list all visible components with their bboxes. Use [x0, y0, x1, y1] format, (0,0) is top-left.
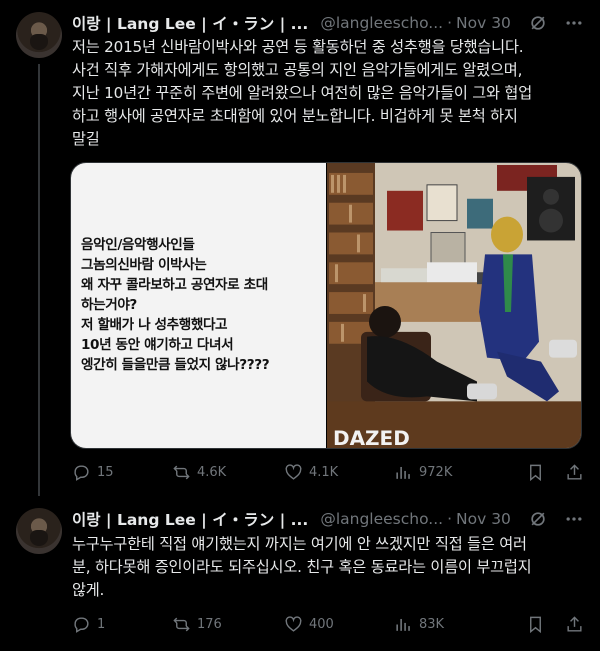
- user-handle[interactable]: @langleescho...: [320, 14, 443, 32]
- separator-dot: ·: [447, 14, 453, 32]
- views-button[interactable]: 972K: [394, 463, 498, 482]
- note-line: 그놈의신바람 이박사는: [81, 257, 207, 273]
- repost-icon: [173, 617, 190, 631]
- repost-count: 4.6K: [197, 464, 227, 480]
- text-line: 누구누구한테 직접 얘기했는지 까지는 여기에 안 쓰겠지만 직접 들은 여러: [72, 535, 527, 553]
- bookmark-icon[interactable]: [526, 615, 545, 634]
- note-line: 10년 동안 얘기하고 다녀서: [81, 337, 234, 353]
- grok-icon[interactable]: [528, 13, 548, 33]
- text-note-image[interactable]: 음악인/음악행사인들 그놈의신바람 이박사는 왜 자꾸 콜라보하고 공연자로 초…: [71, 163, 326, 448]
- like-count: 400: [309, 616, 334, 632]
- tweet-media[interactable]: 음악인/음악행사인들 그놈의신바람 이박사는 왜 자꾸 콜라보하고 공연자로 초…: [70, 162, 582, 449]
- text-line: 지난 10년간 꾸준히 주변에 알려왔으나 여전히 많은 음악가들이 그와 협업: [72, 84, 532, 102]
- separator-dot: ·: [447, 510, 453, 528]
- share-icon[interactable]: [565, 615, 584, 634]
- note-line: 왜 자꾸 콜라보하고 공연자로 초대: [81, 277, 268, 293]
- avatar[interactable]: [16, 508, 62, 554]
- text-line: 사건 직후 가해자에게도 항의했고 공통의 지인 음악가들에게도 알렸으며,: [72, 61, 523, 79]
- note-line: 하는거야?: [81, 297, 137, 313]
- repost-count: 176: [197, 616, 222, 632]
- note-line: 엥간히 들을만큼 들었지 않나????: [81, 357, 270, 373]
- avatar[interactable]: [16, 12, 62, 58]
- like-count: 4.1K: [309, 464, 339, 480]
- timestamp[interactable]: Nov 30: [456, 510, 511, 528]
- reply-icon: [74, 616, 89, 633]
- note-line: 음악인/음악행사인들: [81, 237, 195, 253]
- views-icon: [396, 466, 410, 479]
- display-name[interactable]: 이랑 | Lang Lee | イ・ラン | ...: [72, 508, 308, 530]
- like-icon: [285, 463, 302, 480]
- display-name[interactable]: 이랑 | Lang Lee | イ・ラン | ...: [72, 12, 308, 34]
- repost-button[interactable]: 4.6K: [172, 463, 284, 482]
- tweet-header: 이랑 | Lang Lee | イ・ラン | ... @langleescho.…: [72, 12, 584, 34]
- text-line: 저는 2015년 신바람이박사와 공연 등 활동하던 중 성추행을 당했습니다.: [72, 38, 524, 56]
- repost-button[interactable]: 176: [172, 615, 284, 634]
- note-text: 음악인/음악행사인들 그놈의신바람 이박사는 왜 자꾸 콜라보하고 공연자로 초…: [81, 235, 324, 375]
- views-icon: [396, 618, 410, 631]
- reply-icon: [74, 464, 89, 481]
- reply-count: 15: [97, 464, 114, 480]
- action-bar: 15 4.6K 4.1K 972K: [72, 460, 584, 484]
- tweet-header: 이랑 | Lang Lee | イ・ラン | ... @langleescho.…: [72, 508, 584, 530]
- views-button[interactable]: 83K: [394, 615, 498, 634]
- note-line: 저 할배가 나 성추행했다고: [81, 317, 228, 333]
- views-count: 83K: [419, 616, 445, 632]
- secondary-actions: [526, 615, 584, 634]
- like-button[interactable]: 400: [284, 615, 394, 634]
- text-line: 분, 하다못해 증인이라도 되주십시오. 친구 혹은 동료라는 이름이 부끄럽지: [72, 558, 532, 576]
- like-button[interactable]: 4.1K: [284, 463, 394, 482]
- reply-button[interactable]: 15: [72, 463, 172, 482]
- repost-icon: [173, 465, 190, 479]
- tweet-text: 저는 2015년 신바람이박사와 공연 등 활동하던 중 성추행을 당했습니다.…: [72, 36, 586, 151]
- magazine-logo: DAZED: [333, 427, 410, 448]
- tweet-1[interactable]: 이랑 | Lang Lee | イ・ラン | ... @langleescho.…: [0, 0, 600, 496]
- grok-icon[interactable]: [528, 509, 548, 529]
- more-icon[interactable]: [564, 509, 584, 529]
- tweet-text: 누구누구한테 직접 얘기했는지 까지는 여기에 안 쓰겠지만 직접 들은 여러 …: [72, 533, 586, 602]
- timestamp[interactable]: Nov 30: [456, 14, 511, 32]
- text-line: 하고 행사에 공연자로 초대함에 있어 분노합니다. 비겁하게 못 본척 하지: [72, 107, 518, 125]
- share-icon[interactable]: [565, 463, 584, 482]
- more-icon[interactable]: [564, 13, 584, 33]
- user-handle[interactable]: @langleescho...: [320, 510, 443, 528]
- action-bar: 1 176 400 83K: [72, 612, 584, 636]
- bookmark-icon[interactable]: [526, 463, 545, 482]
- text-line: 말길: [72, 130, 100, 148]
- views-count: 972K: [419, 464, 453, 480]
- secondary-actions: [526, 463, 584, 482]
- thread-line: [38, 64, 40, 496]
- reply-button[interactable]: 1: [72, 615, 172, 634]
- reply-count: 1: [97, 616, 106, 632]
- photo-image[interactable]: DAZED: [327, 163, 582, 448]
- like-icon: [285, 615, 302, 632]
- tweet-2[interactable]: 이랑 | Lang Lee | イ・ラン | ... @langleescho.…: [0, 496, 600, 651]
- text-line: 않게.: [72, 581, 105, 599]
